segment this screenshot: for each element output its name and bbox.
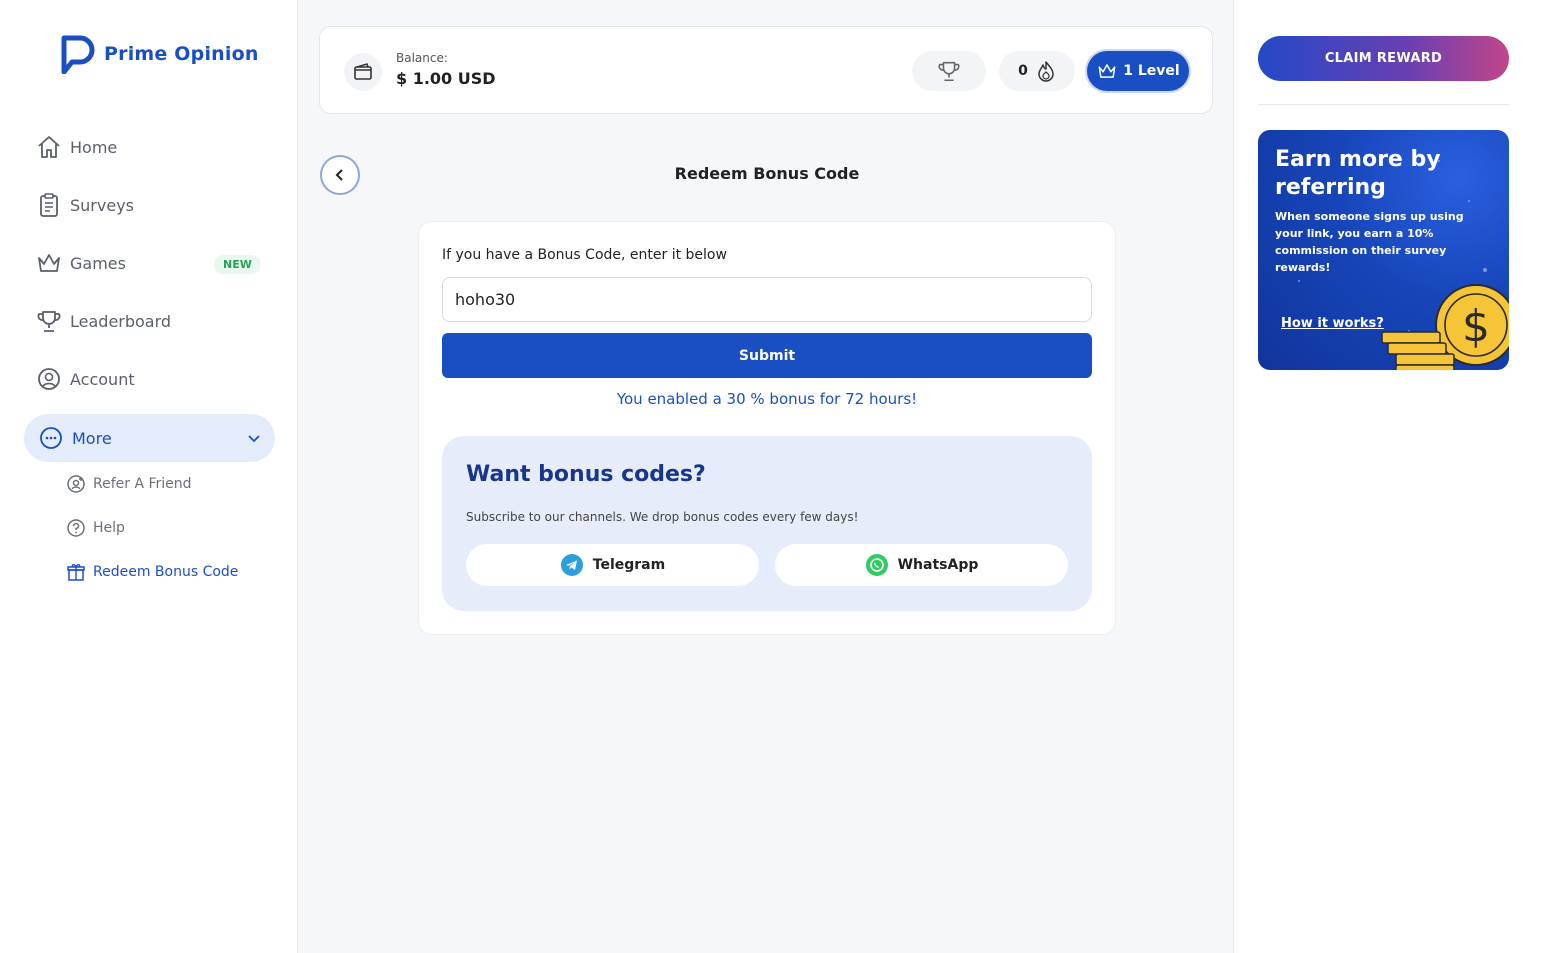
telegram-label: Telegram <box>592 557 666 573</box>
prime-opinion-logo-icon <box>61 35 95 74</box>
chevron-left-icon <box>335 169 343 181</box>
sidebar-item-more[interactable]: More <box>38 425 112 451</box>
right-panel: CLAIM REWARD Earn more by referring When… <box>1233 0 1541 953</box>
more-circle-icon <box>40 427 62 449</box>
back-button[interactable] <box>320 155 360 195</box>
flame-icon <box>1038 61 1054 82</box>
sidebar-item-label: Account <box>70 369 135 389</box>
divider <box>1258 104 1509 105</box>
sidebar-subitem-refer-a-friend[interactable]: Refer A Friend <box>66 474 192 494</box>
level-label: 1 Level <box>1123 63 1180 79</box>
brand-name: Prime Opinion <box>104 43 259 65</box>
sidebar-subitem-label: Redeem Bonus Code <box>93 564 239 580</box>
code-hint: If you have a Bonus Code, enter it below <box>442 247 727 263</box>
level-button[interactable]: 1 Level <box>1087 51 1189 91</box>
help-icon <box>67 519 85 537</box>
whatsapp-icon <box>865 554 888 576</box>
whatsapp-button[interactable]: WhatsApp <box>775 544 1068 586</box>
sidebar-item-surveys[interactable]: Surveys <box>36 192 134 218</box>
wallet-icon <box>344 53 382 91</box>
bonus-codes-promo: Want bonus codes? Subscribe to our chann… <box>442 436 1092 611</box>
claim-reward-button[interactable]: CLAIM REWARD <box>1258 36 1509 81</box>
user-circle-icon <box>38 368 60 390</box>
sidebar-item-label: More <box>72 428 112 448</box>
chevron-down-icon[interactable] <box>246 430 262 446</box>
clipboard-icon <box>40 193 58 217</box>
sidebar-subitem-help[interactable]: Help <box>66 518 125 538</box>
telegram-button[interactable]: Telegram <box>466 544 759 586</box>
sidebar-subitem-label: Refer A Friend <box>93 476 192 492</box>
promo-subtitle: Subscribe to our channels. We drop bonus… <box>466 510 859 524</box>
referral-text: When someone signs up using your link, y… <box>1275 210 1464 274</box>
referral-title: Earn more by referring <box>1275 147 1441 200</box>
home-icon <box>38 136 60 158</box>
sidebar: Prime Opinion Home Surveys Games NEW Lea… <box>0 0 298 953</box>
coins-icon: $ <box>1381 284 1509 370</box>
top-header: Balance: $ 1.00 USD 0 1 Level <box>319 26 1213 114</box>
sidebar-item-games[interactable]: Games <box>36 250 126 276</box>
balance-label: Balance: <box>396 51 448 65</box>
trophy-icon <box>37 311 61 332</box>
telegram-icon <box>560 554 583 576</box>
trophy-button[interactable] <box>912 51 986 91</box>
sidebar-item-leaderboard[interactable]: Leaderboard <box>36 308 171 334</box>
page-title: Redeem Bonus Code <box>674 164 860 183</box>
gift-icon <box>67 564 85 581</box>
success-message: You enabled a 30 % bonus for 72 hours! <box>616 390 918 408</box>
balance-value: $ 1.00 USD <box>396 69 496 88</box>
sidebar-item-label: Surveys <box>70 195 134 215</box>
sidebar-item-label: Home <box>70 137 118 157</box>
sidebar-item-label: Leaderboard <box>70 311 172 331</box>
sidebar-item-label: Games <box>70 253 126 273</box>
bonus-code-input[interactable] <box>442 277 1092 322</box>
promo-title: Want bonus codes? <box>466 462 706 487</box>
crown-icon <box>1098 64 1116 78</box>
trophy-icon <box>938 61 960 82</box>
brand-logo[interactable]: Prime Opinion <box>60 34 259 74</box>
new-badge: NEW <box>214 255 261 274</box>
sidebar-subitem-redeem-bonus-code[interactable]: Redeem Bonus Code <box>66 562 238 582</box>
streak-button[interactable]: 0 <box>999 51 1075 91</box>
refer-icon <box>67 475 85 493</box>
whatsapp-label: WhatsApp <box>897 557 979 573</box>
crown-icon <box>38 254 60 272</box>
svg-text:$: $ <box>1462 301 1490 352</box>
referral-card: Earn more by referring When someone sign… <box>1258 130 1509 370</box>
submit-button[interactable]: Submit <box>442 333 1092 378</box>
redeem-card: If you have a Bonus Code, enter it below… <box>418 221 1116 635</box>
streak-count: 0 <box>1018 63 1028 79</box>
how-it-works-link[interactable]: How it works? <box>1281 316 1384 331</box>
sidebar-subitem-label: Help <box>93 520 125 536</box>
sidebar-item-account[interactable]: Account <box>36 366 135 392</box>
sidebar-item-home[interactable]: Home <box>36 134 117 160</box>
